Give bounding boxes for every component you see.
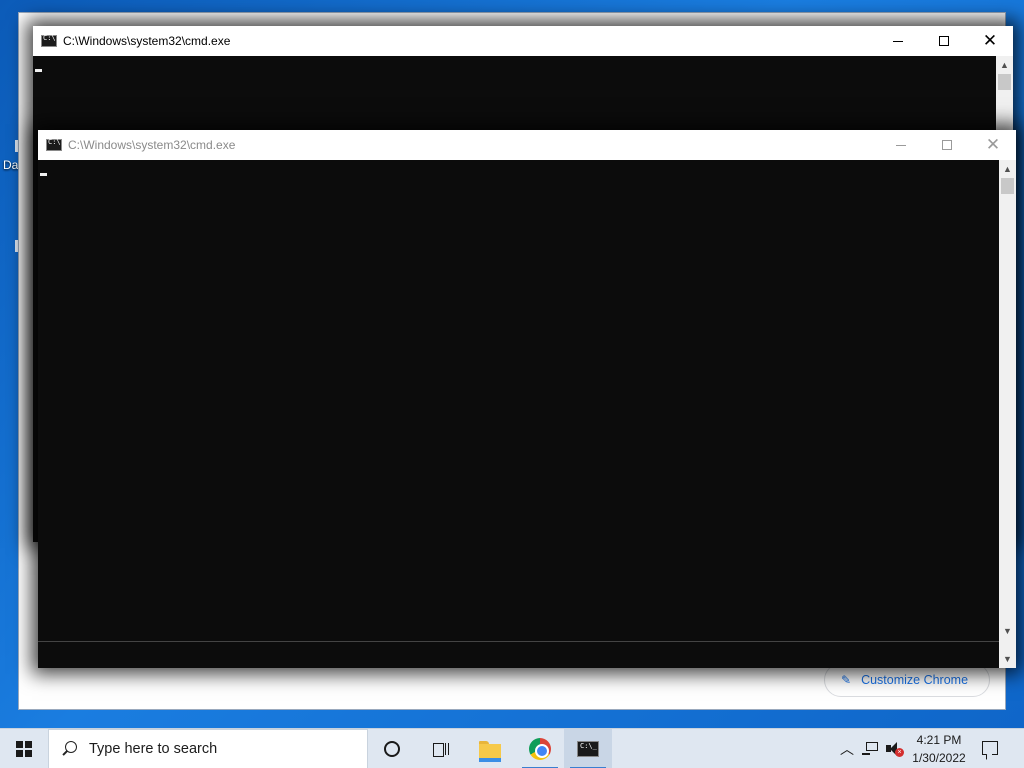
vertical-scrollbar[interactable]: ▲ ▼ ▼	[999, 160, 1016, 668]
show-hidden-icons-button[interactable]: ︿	[839, 729, 855, 768]
scroll-up-icon[interactable]: ▲	[996, 56, 1013, 73]
cmd-icon	[46, 138, 62, 151]
desktop-icon-label[interactable]: Da	[3, 158, 18, 172]
search-icon	[61, 741, 77, 757]
network-icon[interactable]	[862, 742, 880, 756]
chrome-button[interactable]	[516, 729, 564, 768]
minimize-icon	[893, 40, 903, 42]
cmd-icon	[577, 741, 599, 757]
text-cursor	[40, 173, 47, 176]
close-icon: ✕	[985, 135, 1001, 154]
task-view-icon	[431, 742, 449, 757]
file-explorer-icon	[479, 740, 501, 762]
scroll-down-icon-2[interactable]: ▼	[999, 650, 1016, 667]
text-cursor	[35, 69, 42, 72]
maximize-button[interactable]	[921, 26, 967, 56]
scroll-thumb[interactable]	[1001, 178, 1014, 194]
cmd-icon	[41, 34, 57, 47]
maximize-icon	[939, 36, 949, 46]
search-box[interactable]: Type here to search	[48, 729, 368, 768]
scroll-up-icon[interactable]: ▲	[999, 160, 1016, 177]
maximize-icon	[942, 140, 952, 150]
close-icon: ✕	[982, 31, 998, 50]
start-button[interactable]	[0, 729, 48, 768]
console-bottom-area	[38, 641, 999, 668]
cmd-window-front[interactable]: C:\Windows\system32\cmd.exe ✕ ▲ ▼ ▼	[38, 130, 1016, 668]
notification-icon[interactable]	[982, 741, 998, 755]
desktop: Da ✎ Customize Chrome C:\Windows\system3…	[0, 0, 1024, 728]
customize-chrome-label: Customize Chrome	[861, 673, 969, 687]
taskbar: Type here to search ︿ × 4:21 PM 1/30/202…	[0, 728, 1024, 768]
windows-logo-icon	[16, 741, 32, 757]
close-button[interactable]: ✕	[967, 26, 1013, 56]
window-title: C:\Windows\system32\cmd.exe	[68, 138, 236, 152]
minimize-icon	[896, 144, 906, 146]
minimize-button[interactable]	[878, 130, 924, 160]
file-explorer-button[interactable]	[466, 729, 514, 768]
clock[interactable]: 4:21 PM 1/30/2022	[904, 731, 974, 767]
volume-muted-icon[interactable]: ×	[886, 741, 904, 757]
chevron-up-icon: ︿	[840, 741, 854, 757]
task-view-button[interactable]	[416, 729, 464, 768]
maximize-button[interactable]	[924, 130, 970, 160]
cmd-titlebar[interactable]: C:\Windows\system32\cmd.exe ✕	[38, 130, 1016, 160]
window-title: C:\Windows\system32\cmd.exe	[63, 34, 231, 48]
pencil-icon: ✎	[841, 673, 852, 687]
scroll-thumb[interactable]	[998, 74, 1011, 90]
cmd-titlebar[interactable]: C:\Windows\system32\cmd.exe ✕	[33, 26, 1013, 56]
minimize-button[interactable]	[875, 26, 921, 56]
cortana-button[interactable]	[368, 729, 416, 768]
cortana-icon	[384, 741, 400, 757]
console-area[interactable]	[38, 160, 999, 641]
chrome-icon	[529, 738, 551, 760]
search-placeholder: Type here to search	[89, 741, 218, 757]
scroll-down-icon[interactable]: ▼	[999, 622, 1016, 639]
close-button[interactable]: ✕	[970, 130, 1016, 160]
clock-time: 4:21 PM	[916, 733, 962, 747]
clock-date: 1/30/2022	[912, 751, 966, 765]
cmd-taskbar-button[interactable]	[564, 729, 612, 768]
customize-chrome-button[interactable]: ✎ Customize Chrome	[824, 663, 990, 697]
